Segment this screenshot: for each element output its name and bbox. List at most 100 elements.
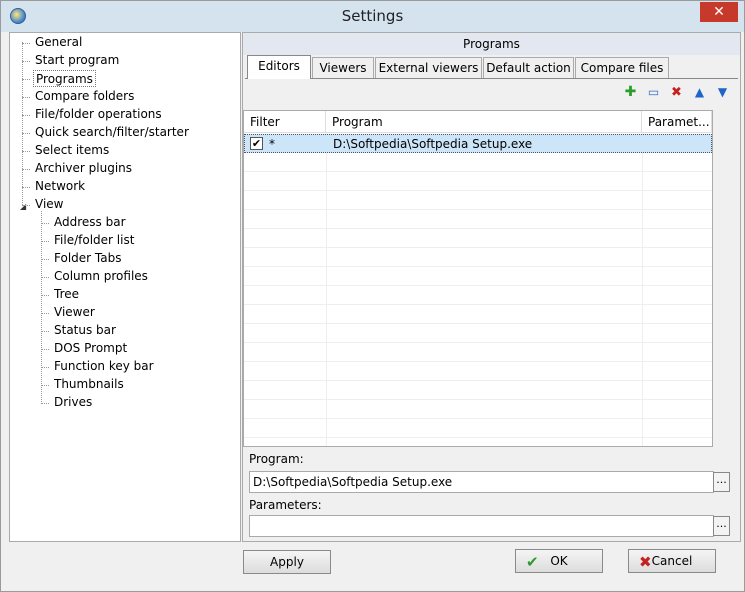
tree-connector xyxy=(41,313,49,314)
apply-button[interactable]: Apply xyxy=(243,550,331,574)
tree-item-tree[interactable]: Tree xyxy=(52,286,81,303)
ok-button[interactable]: ✔ OK xyxy=(515,549,603,573)
empty-row xyxy=(244,362,712,381)
ok-label: OK xyxy=(550,554,568,568)
tree-line xyxy=(41,211,42,404)
empty-row xyxy=(244,210,712,229)
tree-connector xyxy=(41,385,49,386)
tree-item-address-bar[interactable]: Address bar xyxy=(52,214,128,231)
empty-row xyxy=(244,286,712,305)
programs-panel: Programs Editors Viewers External viewers D… xyxy=(242,32,741,542)
tab-default-action[interactable]: Default action xyxy=(483,57,574,78)
tree-item-select-items[interactable]: Select items xyxy=(33,142,111,159)
tree-connector xyxy=(22,151,30,152)
tree-connector xyxy=(22,79,30,80)
row-parameters xyxy=(645,135,649,153)
column-header-program[interactable]: Program xyxy=(326,111,642,133)
tree-connector xyxy=(22,187,30,188)
tree-item-viewer[interactable]: Viewer xyxy=(52,304,97,321)
tree-item-function-key-bar[interactable]: Function key bar xyxy=(52,358,156,375)
tree-connector xyxy=(41,259,49,260)
empty-row xyxy=(244,343,712,362)
empty-row xyxy=(244,400,712,419)
tree-item-compare-folders[interactable]: Compare folders xyxy=(33,88,136,105)
parameters-browse-button[interactable]: ... xyxy=(713,516,730,536)
apply-label: Apply xyxy=(270,555,304,569)
empty-row xyxy=(244,191,712,210)
tree-connector xyxy=(22,133,30,134)
tab-editors[interactable]: Editors xyxy=(247,55,311,79)
empty-row xyxy=(244,248,712,267)
parameters-label: Parameters: xyxy=(249,498,322,512)
program-label: Program: xyxy=(249,452,304,466)
row-program: D:\Softpedia\Softpedia Setup.exe xyxy=(333,137,533,151)
panel-title: Programs xyxy=(243,33,740,55)
tree-connector xyxy=(22,169,30,170)
empty-row xyxy=(244,153,712,172)
tree-item-file-folder-list[interactable]: File/folder list xyxy=(52,232,136,249)
delete-icon[interactable]: ✖ xyxy=(668,85,685,100)
empty-row xyxy=(244,305,712,324)
arrow-down-icon[interactable]: ▼ xyxy=(714,85,731,100)
settings-tree: ◢ General Start program Programs Compare fo… xyxy=(9,32,241,542)
empty-row xyxy=(244,267,712,286)
expand-icon[interactable]: ◢ xyxy=(20,202,26,211)
tree-connector xyxy=(41,331,49,332)
cancel-button[interactable]: ✖ Cancel xyxy=(628,549,716,573)
settings-window: Settings ✕ ◢ General Start program Program… xyxy=(0,0,745,592)
tree-item-file-folder-operations[interactable]: File/folder operations xyxy=(33,106,164,123)
tree-item-view[interactable]: View xyxy=(33,196,65,213)
tree-item-dos-prompt[interactable]: DOS Prompt xyxy=(52,340,129,357)
empty-row xyxy=(244,172,712,191)
tab-compare-files[interactable]: Compare files xyxy=(575,57,669,78)
column-header-filter[interactable]: Filter xyxy=(244,111,326,133)
close-button[interactable]: ✕ xyxy=(700,2,738,22)
empty-row xyxy=(244,381,712,400)
cancel-label: Cancel xyxy=(651,554,693,568)
tree-connector xyxy=(41,223,49,224)
tree-connector xyxy=(41,241,49,242)
row-filter: * xyxy=(269,137,275,151)
tree-connector xyxy=(41,295,49,296)
tree-connector xyxy=(41,403,49,404)
tree-item-archiver-plugins[interactable]: Archiver plugins xyxy=(33,160,134,177)
tree-item-quick-search-filter-starter[interactable]: Quick search/filter/starter xyxy=(33,124,191,141)
programs-grid: Filter Program Paramet... ✔ * D:\Softped… xyxy=(243,110,713,447)
tree-connector xyxy=(41,277,49,278)
cancel-icon: ✖ xyxy=(639,553,652,571)
tree-connector xyxy=(22,43,30,44)
tree-item-drives[interactable]: Drives xyxy=(52,394,94,411)
table-row[interactable]: ✔ * D:\Softpedia\Softpedia Setup.exe xyxy=(244,134,712,153)
add-icon[interactable]: ✚ xyxy=(622,85,639,100)
tree-connector xyxy=(22,205,30,206)
program-field[interactable]: D:\Softpedia\Softpedia Setup.exe xyxy=(249,471,714,493)
parameters-field[interactable] xyxy=(249,515,714,537)
grid-header: Filter Program Paramet... xyxy=(244,111,712,133)
tree-connector xyxy=(22,97,30,98)
tree-item-start-program[interactable]: Start program xyxy=(33,52,121,69)
tree-item-thumbnails[interactable]: Thumbnails xyxy=(52,376,126,393)
empty-row xyxy=(244,419,712,438)
column-header-parameters[interactable]: Paramet... xyxy=(642,111,712,133)
empty-row xyxy=(244,324,712,343)
tree-connector xyxy=(41,349,49,350)
empty-row xyxy=(244,229,712,248)
title-bar: Settings ✕ xyxy=(1,1,744,32)
tree-item-general[interactable]: General xyxy=(33,34,84,51)
tree-connector xyxy=(22,61,30,62)
tree-item-network[interactable]: Network xyxy=(33,178,87,195)
arrow-up-icon[interactable]: ▲ xyxy=(691,85,708,100)
tab-external-viewers[interactable]: External viewers xyxy=(375,57,482,78)
tree-item-column-profiles[interactable]: Column profiles xyxy=(52,268,150,285)
window-title: Settings xyxy=(341,7,404,25)
tab-viewers[interactable]: Viewers xyxy=(312,57,374,78)
row-checkbox[interactable]: ✔ xyxy=(250,137,263,150)
tree-line xyxy=(22,42,23,205)
program-browse-button[interactable]: ... xyxy=(713,472,730,492)
check-icon: ✔ xyxy=(526,553,539,571)
edit-icon[interactable]: ▭ xyxy=(645,85,662,100)
tree-item-status-bar[interactable]: Status bar xyxy=(52,322,118,339)
tree-item-folder-tabs[interactable]: Folder Tabs xyxy=(52,250,123,267)
tree-item-programs[interactable]: Programs xyxy=(33,70,96,87)
tree-connector xyxy=(22,115,30,116)
